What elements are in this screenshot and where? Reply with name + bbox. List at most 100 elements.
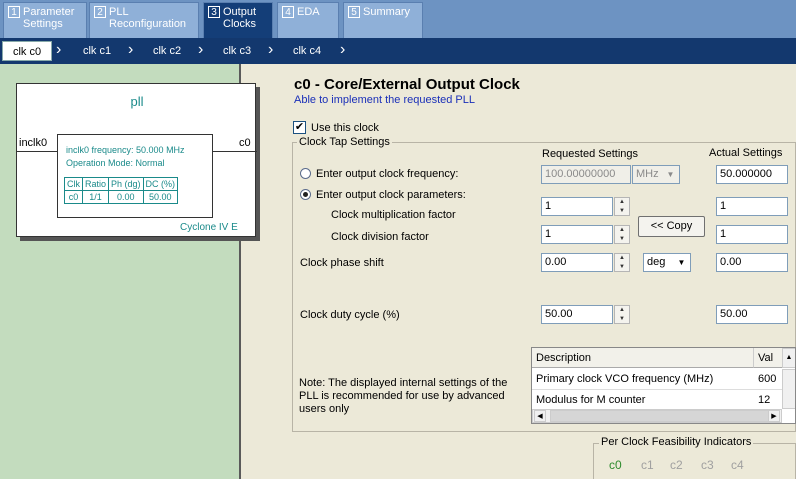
advanced-users-note: Note: The displayed internal settings of…: [299, 377, 507, 416]
input-port-label: inclk0: [19, 137, 48, 149]
requested-settings-header: Requested Settings: [542, 148, 639, 160]
output-line: [213, 151, 257, 152]
note-line: PLL is recommended for use by advanced: [299, 390, 505, 402]
chevron-right-icon: ›: [128, 41, 134, 58]
column-header-value[interactable]: Val: [754, 348, 784, 368]
use-clock-label: Use this clock: [311, 122, 379, 134]
table-cell: Primary clock VCO frequency (MHz): [532, 369, 754, 390]
clock-summary-table: Clk Ratio Ph (dg) DC (%) c0 1/1 0.00 50.…: [64, 177, 179, 204]
tab-clk-c0[interactable]: clk c0: [2, 41, 52, 61]
feasibility-group: [593, 443, 796, 479]
tab-label: EDA: [297, 6, 320, 18]
radio-output-frequency[interactable]: [300, 168, 311, 179]
division-stepper[interactable]: ▲ ▼: [614, 225, 630, 244]
actual-settings-header: Actual Settings: [709, 147, 783, 159]
actual-multiplication-field: 1: [716, 197, 788, 216]
division-factor-field[interactable]: 1: [541, 225, 613, 244]
tab-label: Output: [223, 6, 257, 18]
tab-clk-c1[interactable]: clk c1: [72, 41, 122, 61]
tab-label: Parameter: [23, 6, 75, 18]
table-cell: 1/1: [81, 190, 110, 204]
duty-cycle-label: Clock duty cycle (%): [300, 309, 400, 321]
radio-output-frequency-label: Enter output clock frequency:: [316, 168, 459, 180]
tab-clk-c2[interactable]: clk c2: [142, 41, 192, 61]
device-family: Cyclone IV E: [180, 222, 238, 233]
chevron-right-icon: ›: [268, 41, 274, 58]
group-title: Clock Tap Settings: [297, 136, 392, 148]
phase-shift-field[interactable]: 0.00: [541, 253, 613, 272]
spin-down-icon: ▼: [619, 236, 625, 242]
tab-label: Reconfiguration: [109, 18, 187, 30]
radio-output-parameters-label: Enter output clock parameters:: [316, 189, 466, 201]
duty-cycle-stepper[interactable]: ▲ ▼: [614, 305, 630, 324]
scroll-left-icon[interactable]: ◀: [534, 410, 546, 422]
scrollbar-thumb[interactable]: [550, 410, 778, 422]
page-subtitle: Able to implement the requested PLL: [294, 94, 476, 106]
column-header-description[interactable]: Description: [532, 348, 754, 368]
chevron-right-icon: ›: [340, 41, 346, 58]
spin-up-icon: ▲: [619, 227, 625, 233]
table-cell: c0: [64, 190, 83, 204]
spin-down-icon: ▼: [619, 208, 625, 214]
tab-label: Settings: [23, 18, 63, 30]
note-line: users only: [299, 403, 350, 415]
feasibility-c1: c1: [641, 458, 654, 472]
vertical-scrollbar[interactable]: [782, 369, 795, 409]
frequency-unit-select[interactable]: MHz ▼: [632, 165, 680, 184]
operation-mode: Operation Mode: Normal: [66, 158, 165, 168]
chevron-right-icon: ›: [56, 41, 62, 58]
tab-number: 3: [208, 6, 220, 18]
tab-clk-c4[interactable]: clk c4: [282, 41, 332, 61]
tab-eda[interactable]: 4 EDA: [277, 2, 339, 38]
tab-summary[interactable]: 5 Summary: [343, 2, 423, 38]
table-header: Ratio: [81, 177, 110, 191]
tab-number: 2: [94, 6, 106, 18]
pll-block-diagram: pll inclk0 c0 inclk0 frequency: 50.000 M…: [16, 83, 257, 237]
output-port-label: c0: [239, 137, 251, 149]
tab-label: PLL: [109, 6, 129, 18]
phase-shift-label: Clock phase shift: [300, 257, 384, 269]
chevron-down-icon: ▼: [666, 170, 675, 179]
pll-title: pll: [130, 94, 144, 109]
tab-output-clocks[interactable]: 3 Output Clocks: [203, 2, 273, 38]
clock-tab-bar: clk c0 › clk c1 › clk c2 › clk c3 › clk …: [0, 38, 796, 64]
scroll-up-icon[interactable]: ▲: [782, 348, 795, 368]
duty-cycle-field[interactable]: 50.00: [541, 305, 613, 324]
frequency-unit-value: MHz: [636, 168, 659, 180]
input-frequency: inclk0 frequency: 50.000 MHz: [66, 145, 185, 155]
division-factor-label: Clock division factor: [331, 231, 429, 243]
input-line: [17, 151, 57, 152]
feasibility-title: Per Clock Feasibility Indicators: [599, 436, 754, 448]
multiplication-factor-label: Clock multiplication factor: [331, 209, 456, 221]
use-clock-checkbox[interactable]: ✔: [293, 121, 306, 134]
table-header: Clk: [64, 177, 83, 191]
phase-unit-value: deg: [647, 256, 666, 268]
phase-unit-select[interactable]: deg ▼: [643, 253, 691, 272]
spin-down-icon: ▼: [619, 316, 625, 322]
actual-duty-cycle-field: 50.00: [716, 305, 788, 324]
page-title: c0 - Core/External Output Clock: [294, 76, 520, 93]
table-cell: 0.00: [108, 190, 144, 204]
chevron-right-icon: ›: [198, 41, 204, 58]
actual-frequency-field: 50.000000: [716, 165, 788, 184]
actual-division-field: 1: [716, 225, 788, 244]
spin-up-icon: ▲: [619, 255, 625, 261]
scroll-right-icon[interactable]: ▶: [768, 410, 780, 422]
table-cell: 50.00: [142, 190, 179, 204]
requested-frequency-field[interactable]: 100.00000000: [541, 165, 631, 184]
tab-clk-c3[interactable]: clk c3: [212, 41, 262, 61]
tab-parameter-settings[interactable]: 1 Parameter Settings: [3, 2, 87, 38]
radio-output-parameters[interactable]: [300, 189, 311, 200]
copy-button[interactable]: << Copy: [638, 216, 705, 237]
feasibility-c2: c2: [670, 458, 683, 472]
multiplication-factor-field[interactable]: 1: [541, 197, 613, 216]
feasibility-c4: c4: [731, 458, 744, 472]
tab-label: Clocks: [223, 18, 257, 30]
feasibility-c0: c0: [609, 458, 622, 472]
multiplication-stepper[interactable]: ▲ ▼: [614, 197, 630, 216]
tab-pll-reconfiguration[interactable]: 2 PLL Reconfiguration: [89, 2, 199, 38]
pll-core-block: inclk0 frequency: 50.000 MHz Operation M…: [57, 134, 213, 218]
internal-settings-table[interactable]: Description Val ▲ Primary clock VCO freq…: [531, 347, 796, 424]
phase-stepper[interactable]: ▲ ▼: [614, 253, 630, 272]
tab-label: Summary: [363, 6, 411, 18]
